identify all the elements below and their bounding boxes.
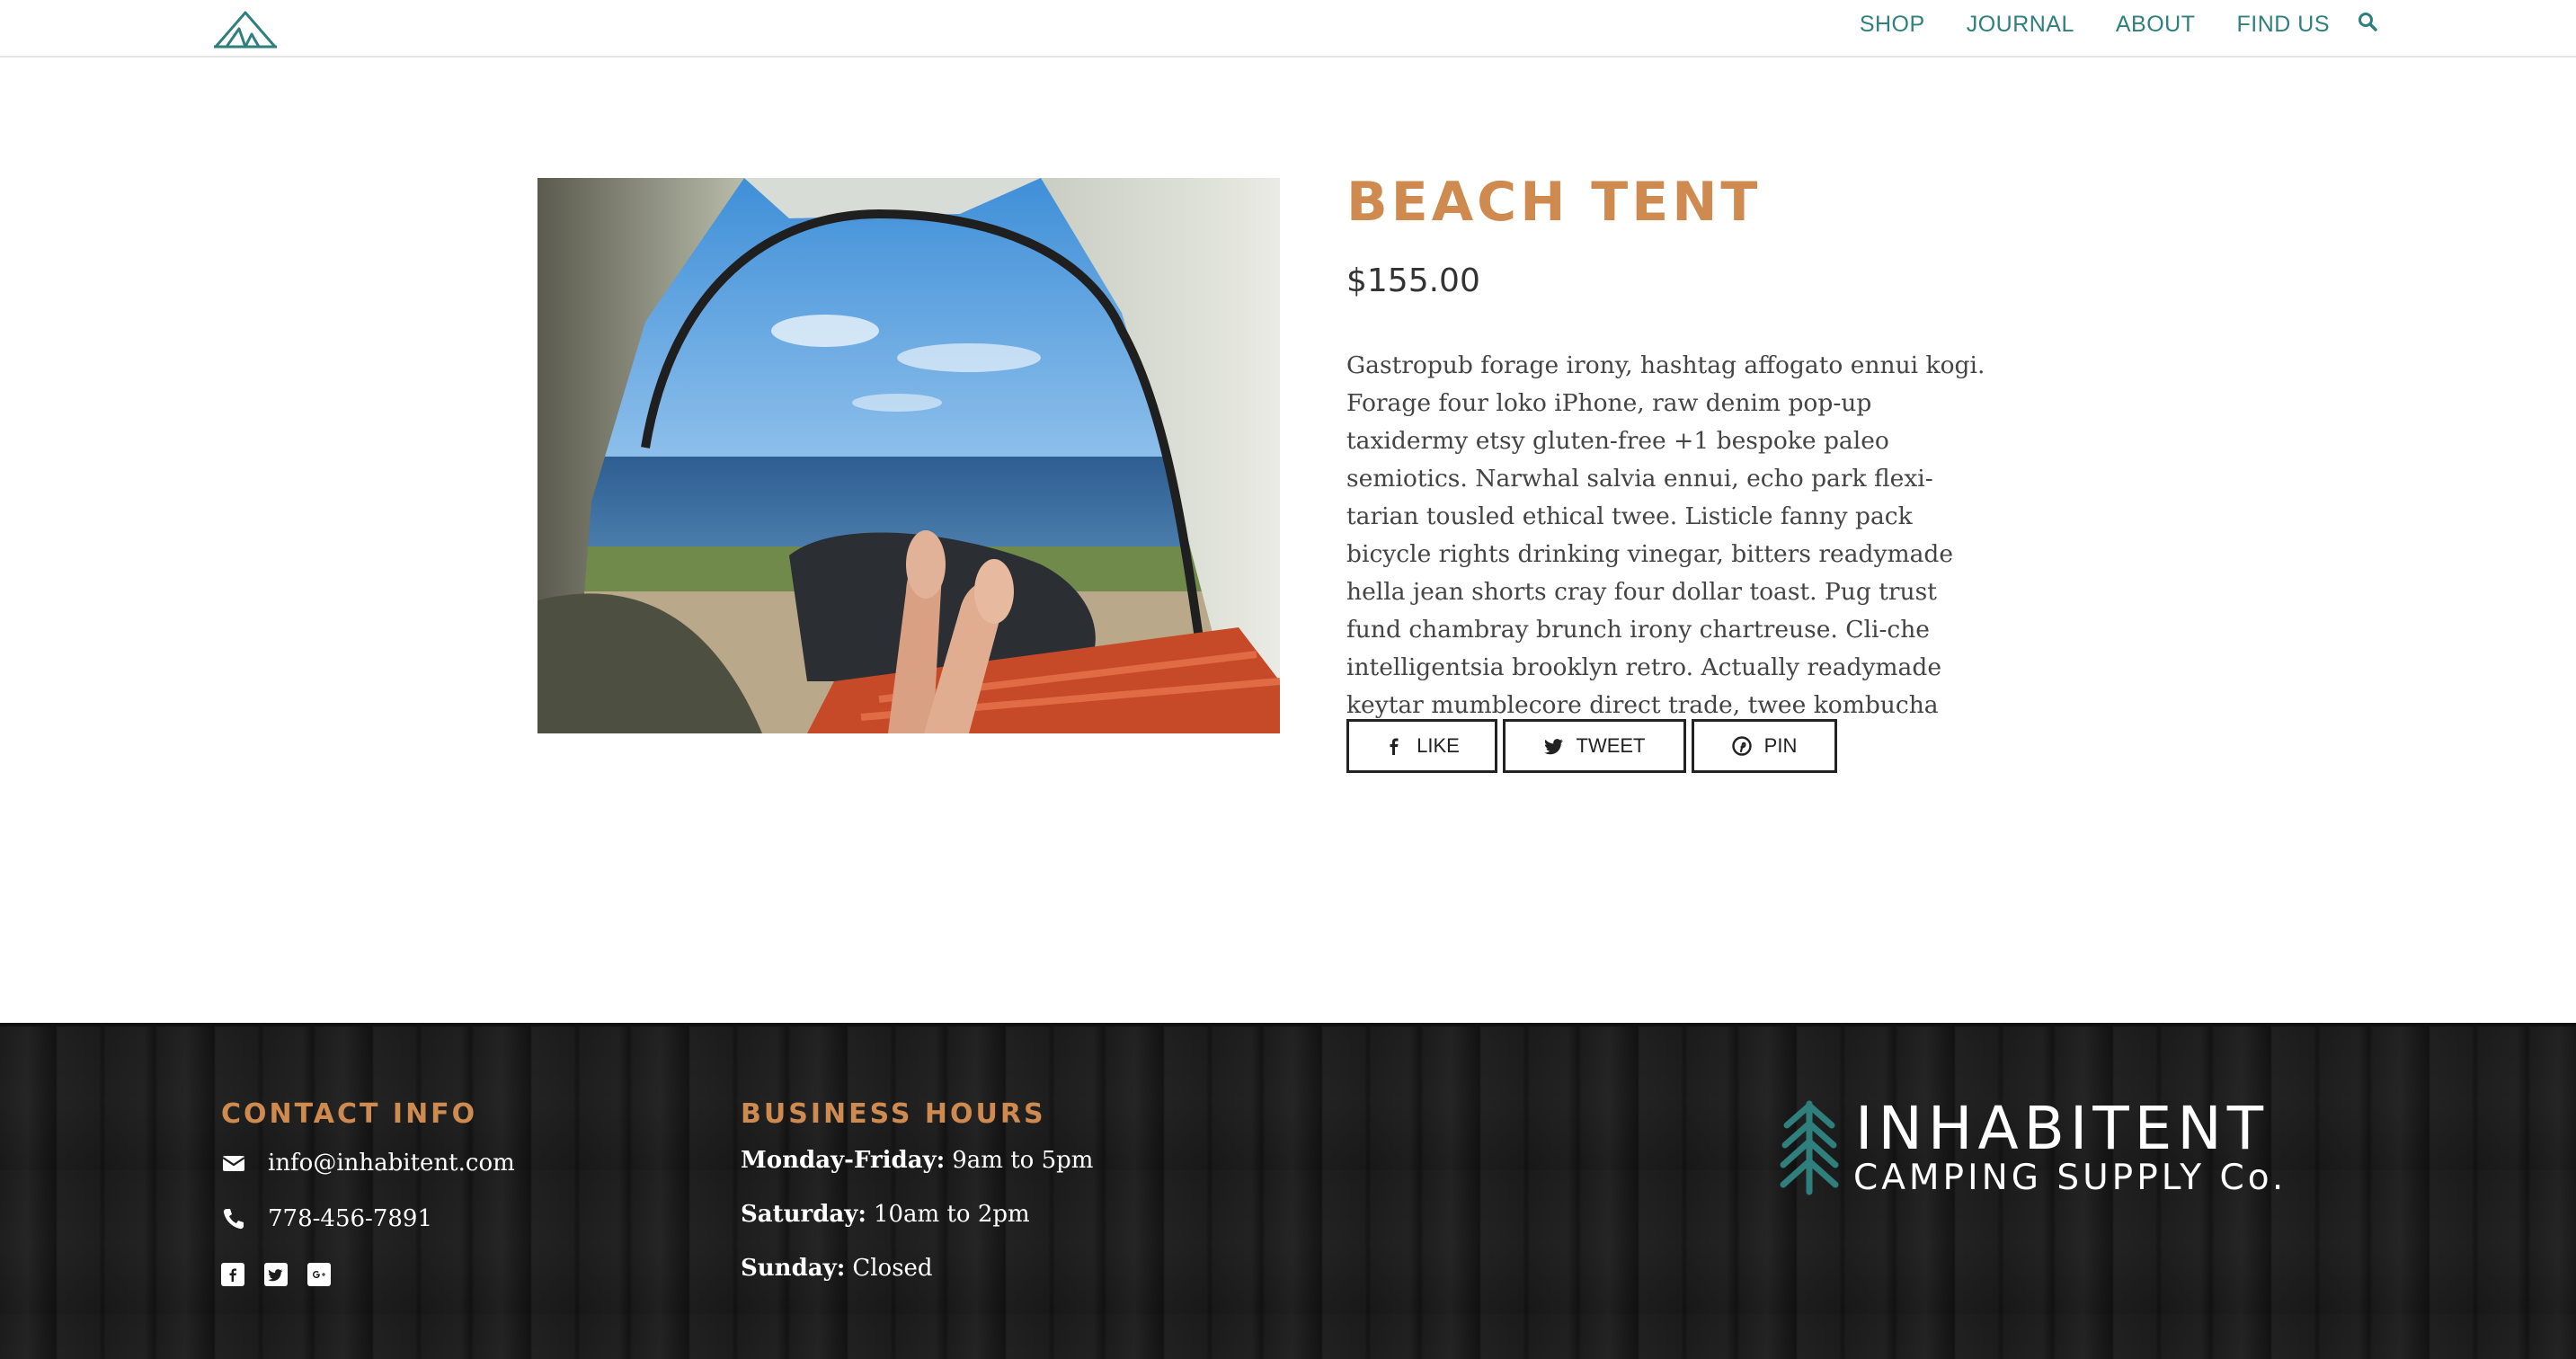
nav-shop[interactable]: SHOP bbox=[1860, 12, 1925, 38]
pin-button[interactable]: PIN bbox=[1692, 719, 1837, 773]
envelope-icon bbox=[222, 1156, 245, 1171]
email-row: info@inhabitent.com bbox=[221, 1150, 515, 1177]
nav-journal[interactable]: JOURNAL bbox=[1967, 12, 2074, 38]
hours-day: Sunday: bbox=[741, 1255, 846, 1282]
nav-find-us[interactable]: FIND US bbox=[2237, 12, 2331, 38]
phone-number[interactable]: 778-456-7891 bbox=[268, 1205, 432, 1232]
like-button[interactable]: LIKE bbox=[1346, 719, 1497, 773]
product-description: Gastropub forage irony, hashtag affogato… bbox=[1346, 351, 1985, 757]
facebook-icon bbox=[1390, 738, 1399, 755]
contact-heading: CONTACT INFO bbox=[221, 1098, 478, 1130]
share-buttons: LIKE TWEET PIN bbox=[1346, 719, 1843, 773]
product-title: BEACH TENT bbox=[1346, 171, 1762, 234]
phone-row: 778-456-7891 bbox=[221, 1205, 515, 1232]
hours-row-weekdays: Monday-Friday: 9am to 5pm bbox=[741, 1133, 1093, 1187]
tent-beach-photo bbox=[537, 178, 1280, 733]
pin-label: PIN bbox=[1763, 734, 1798, 757]
site-footer: CONTACT INFO info@inhabitent.com 778-456… bbox=[0, 1023, 2576, 1359]
like-label: LIKE bbox=[1417, 734, 1460, 757]
hours-day: Monday-Friday: bbox=[741, 1147, 946, 1174]
hours-day: Saturday: bbox=[741, 1201, 866, 1228]
business-hours: BUSINESS HOURS Monday-Friday: 9am to 5pm… bbox=[741, 1098, 1093, 1295]
brand-tagline: CAMPING SUPPLY Co. bbox=[1853, 1158, 2287, 1198]
phone-icon bbox=[223, 1209, 244, 1230]
twitter-icon bbox=[1543, 739, 1563, 755]
tent-logo-icon[interactable] bbox=[212, 7, 279, 50]
hours-time: Closed bbox=[852, 1255, 933, 1282]
hours-row-sunday: Sunday: Closed bbox=[741, 1241, 1093, 1295]
hours-row-saturday: Saturday: 10am to 2pm bbox=[741, 1187, 1093, 1241]
brand-name: INHABITENT bbox=[1855, 1094, 2270, 1163]
hours-time: 10am to 2pm bbox=[873, 1201, 1030, 1228]
search-icon[interactable] bbox=[2357, 11, 2378, 32]
facebook-square-icon[interactable] bbox=[221, 1263, 244, 1286]
product-image bbox=[537, 178, 1280, 733]
hours-heading: BUSINESS HOURS bbox=[741, 1098, 1046, 1130]
site-header: SHOP JOURNAL ABOUT FIND US bbox=[0, 0, 2576, 58]
social-links bbox=[221, 1263, 515, 1286]
product-price: $155.00 bbox=[1346, 262, 1480, 299]
pine-tree-icon bbox=[1780, 1100, 1839, 1195]
twitter-square-icon[interactable] bbox=[264, 1263, 288, 1286]
google-plus-square-icon[interactable] bbox=[307, 1263, 331, 1286]
main-nav: SHOP JOURNAL ABOUT FIND US bbox=[1818, 0, 2378, 49]
pinterest-icon bbox=[1731, 736, 1752, 756]
tweet-label: TWEET bbox=[1576, 734, 1646, 757]
contact-info: CONTACT INFO info@inhabitent.com 778-456… bbox=[221, 1098, 515, 1286]
hours-time: 9am to 5pm bbox=[952, 1147, 1094, 1174]
email-link[interactable]: info@inhabitent.com bbox=[268, 1150, 515, 1177]
tweet-button[interactable]: TWEET bbox=[1503, 719, 1686, 773]
nav-about[interactable]: ABOUT bbox=[2116, 12, 2196, 38]
footer-brand-logo[interactable]: INHABITENT CAMPING SUPPLY Co. bbox=[1778, 1097, 2317, 1204]
